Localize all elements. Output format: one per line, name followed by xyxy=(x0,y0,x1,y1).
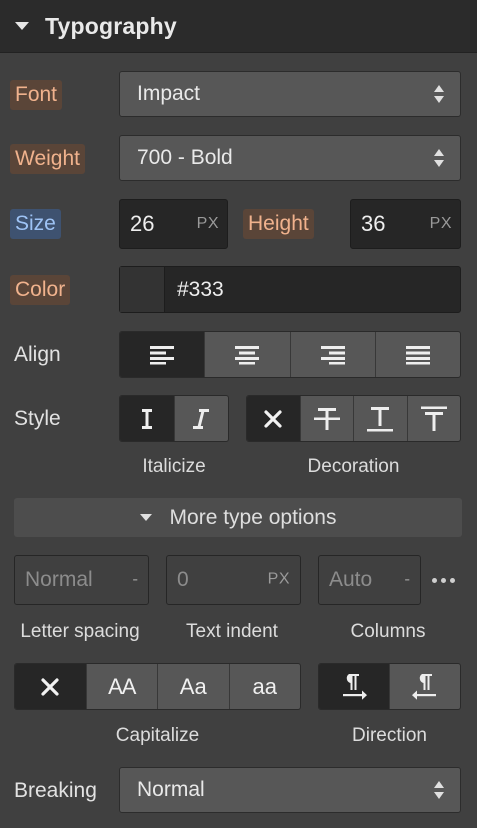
columns-caption: Columns xyxy=(350,621,426,642)
align-justify-icon xyxy=(405,345,430,364)
rtl-direction-icon xyxy=(412,673,436,700)
align-center-button[interactable] xyxy=(205,332,291,377)
columns-unit[interactable]: - xyxy=(404,570,410,590)
align-center-icon xyxy=(235,345,260,364)
italic-style-button[interactable] xyxy=(175,396,229,441)
uppercase-button[interactable]: AA xyxy=(87,664,158,709)
breaking-select-value: Normal xyxy=(137,778,205,801)
align-right-icon xyxy=(320,345,345,364)
italicize-caption: Italicize xyxy=(142,456,206,477)
capitalize-caption: Capitalize xyxy=(115,725,200,746)
columns-input[interactable]: Auto - xyxy=(318,555,421,605)
letter-spacing-caption: Letter spacing xyxy=(20,621,140,642)
underline-icon xyxy=(367,406,394,431)
size-input[interactable]: 26 PX xyxy=(119,199,228,249)
capitalize-segmented-control[interactable]: AA Aa aa xyxy=(14,663,301,710)
close-icon xyxy=(41,677,59,696)
more-options-icon[interactable] xyxy=(432,578,455,583)
lowercase-button[interactable]: aa xyxy=(230,664,301,709)
color-label: Color xyxy=(10,274,71,306)
size-unit[interactable]: PX xyxy=(197,215,219,233)
italic-segmented-control[interactable] xyxy=(119,395,229,442)
text-indent-unit[interactable]: PX xyxy=(268,571,290,589)
color-swatch[interactable] xyxy=(120,267,165,312)
section-header[interactable]: Typography xyxy=(0,0,477,53)
weight-select-value: 700 - Bold xyxy=(137,146,233,169)
strikethrough-icon xyxy=(313,407,340,430)
decoration-segmented-control[interactable] xyxy=(246,395,461,442)
height-label: Height xyxy=(243,208,314,240)
font-select-value: Impact xyxy=(137,82,201,105)
updown-arrows-icon xyxy=(434,149,445,167)
align-left-button[interactable] xyxy=(120,332,206,377)
titlecase-button[interactable]: Aa xyxy=(158,664,230,709)
more-type-options-label: More type options xyxy=(169,505,337,529)
size-label: Size xyxy=(10,208,61,240)
color-input[interactable]: #333 xyxy=(119,266,461,313)
align-left-icon xyxy=(150,345,175,364)
direction-segmented-control[interactable] xyxy=(318,663,461,710)
style-label: Style xyxy=(14,407,61,430)
decoration-caption: Decoration xyxy=(307,456,400,477)
underline-button[interactable] xyxy=(354,396,408,441)
regular-style-button[interactable] xyxy=(120,396,175,441)
collapse-caret-icon[interactable] xyxy=(15,22,29,30)
lowercase-icon: aa xyxy=(252,673,277,699)
size-value: 26 xyxy=(130,211,155,236)
weight-label: Weight xyxy=(10,143,85,175)
strikethrough-button[interactable] xyxy=(301,396,354,441)
align-justify-button[interactable] xyxy=(376,332,460,377)
letter-spacing-unit[interactable]: - xyxy=(132,570,138,590)
letter-spacing-input[interactable]: Normal - xyxy=(14,555,149,605)
decoration-none-button[interactable] xyxy=(247,396,301,441)
font-label: Font xyxy=(10,79,63,111)
titlecase-icon: Aa xyxy=(179,673,207,699)
align-segmented-control[interactable] xyxy=(119,331,461,378)
height-value: 36 xyxy=(361,211,386,236)
breaking-select[interactable]: Normal xyxy=(119,767,461,813)
uppercase-icon: AA xyxy=(108,673,136,699)
direction-ltr-button[interactable] xyxy=(319,664,390,709)
breaking-label: Breaking xyxy=(14,779,97,802)
weight-select[interactable]: 700 - Bold xyxy=(119,135,461,181)
more-type-options-toggle[interactable]: More type options xyxy=(14,498,462,537)
overline-button[interactable] xyxy=(408,396,461,441)
align-label: Align xyxy=(14,343,61,366)
align-right-button[interactable] xyxy=(291,332,376,377)
close-icon xyxy=(264,409,282,428)
italic-icon xyxy=(193,408,210,429)
color-value: #333 xyxy=(177,277,224,301)
font-select[interactable]: Impact xyxy=(119,71,461,117)
overline-icon xyxy=(420,406,447,431)
updown-arrows-icon xyxy=(434,85,445,103)
direction-caption: Direction xyxy=(352,725,427,746)
direction-rtl-button[interactable] xyxy=(390,664,460,709)
updown-arrows-icon xyxy=(434,781,445,799)
text-indent-input[interactable]: 0 PX xyxy=(166,555,301,605)
expand-caret-icon xyxy=(139,514,152,521)
text-indent-caption: Text indent xyxy=(186,621,278,642)
section-title: Typography xyxy=(45,12,177,39)
ltr-direction-icon xyxy=(343,673,367,700)
height-input[interactable]: 36 PX xyxy=(350,199,461,249)
capitalize-none-button[interactable] xyxy=(15,664,87,709)
text-cursor-icon xyxy=(141,408,152,429)
height-unit[interactable]: PX xyxy=(430,215,452,233)
